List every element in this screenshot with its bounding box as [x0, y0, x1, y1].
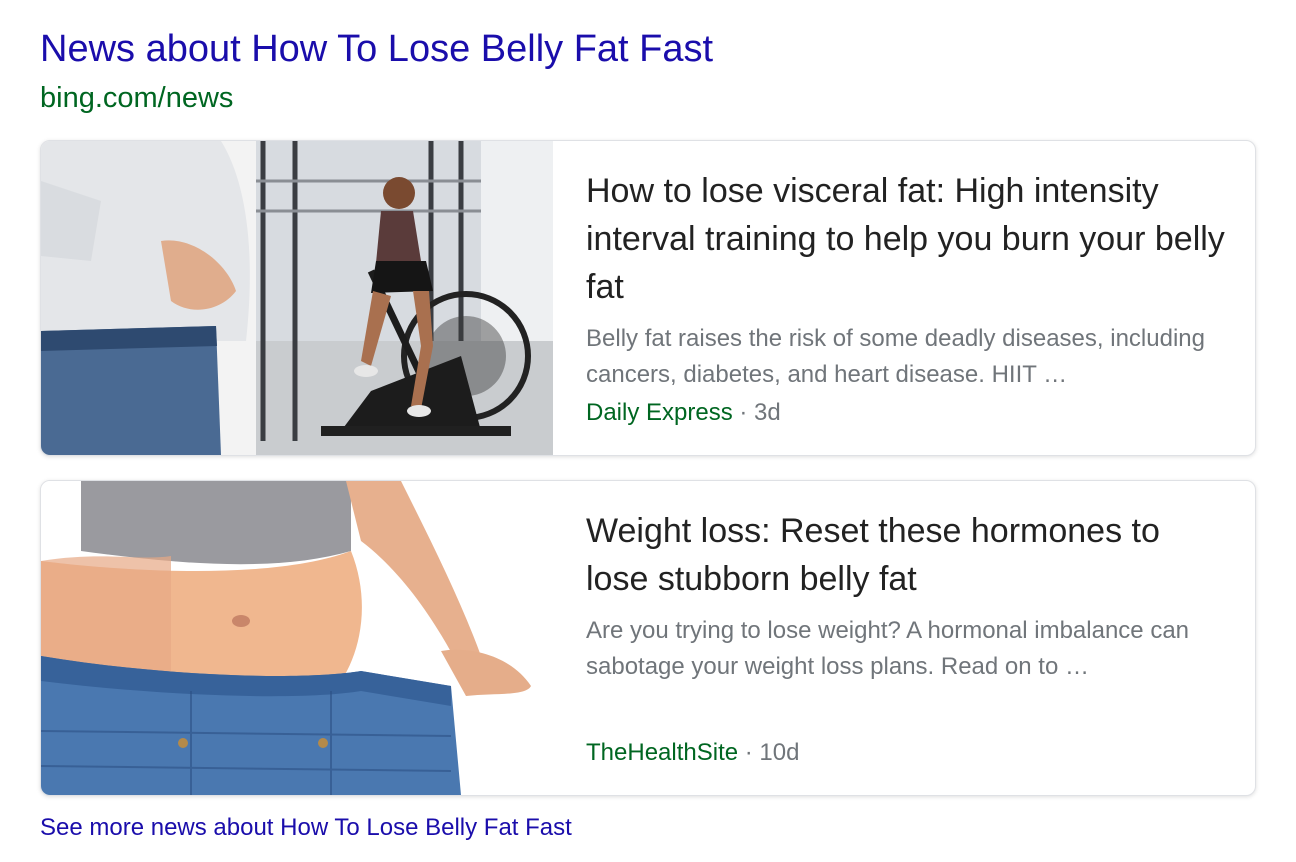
- news-card[interactable]: Weight loss: Reset these hormones to los…: [40, 480, 1256, 796]
- news-section-title-link[interactable]: News about How To Lose Belly Fat Fast: [40, 28, 713, 71]
- news-thumbnail-belly-jeans[interactable]: [41, 481, 553, 795]
- meta-separator: ·: [732, 399, 755, 426]
- news-card-body: Weight loss: Reset these hormones to los…: [586, 507, 1226, 685]
- meta-separator: ·: [738, 739, 760, 766]
- news-age: 3d: [754, 399, 781, 426]
- news-source: Daily Express: [586, 399, 733, 426]
- news-headline[interactable]: How to lose visceral fat: High intensity…: [586, 167, 1226, 311]
- news-card-body: How to lose visceral fat: High intensity…: [586, 167, 1226, 393]
- news-card[interactable]: How to lose visceral fat: High intensity…: [40, 140, 1256, 456]
- news-meta: TheHealthSite · 10d: [586, 738, 799, 768]
- news-snippet: Belly fat raises the risk of some deadly…: [586, 325, 1205, 388]
- see-more-news-link[interactable]: See more news about How To Lose Belly Fa…: [40, 814, 572, 842]
- news-meta: Daily Express · 3d: [586, 398, 781, 428]
- news-snippet: Are you trying to lose weight? A hormona…: [586, 617, 1190, 680]
- news-source-url: bing.com/news: [40, 82, 234, 114]
- news-headline[interactable]: Weight loss: Reset these hormones to los…: [586, 507, 1226, 603]
- news-age: 10d: [759, 739, 800, 766]
- news-source: TheHealthSite: [586, 739, 739, 766]
- news-thumbnail-gym-bike[interactable]: [41, 141, 553, 455]
